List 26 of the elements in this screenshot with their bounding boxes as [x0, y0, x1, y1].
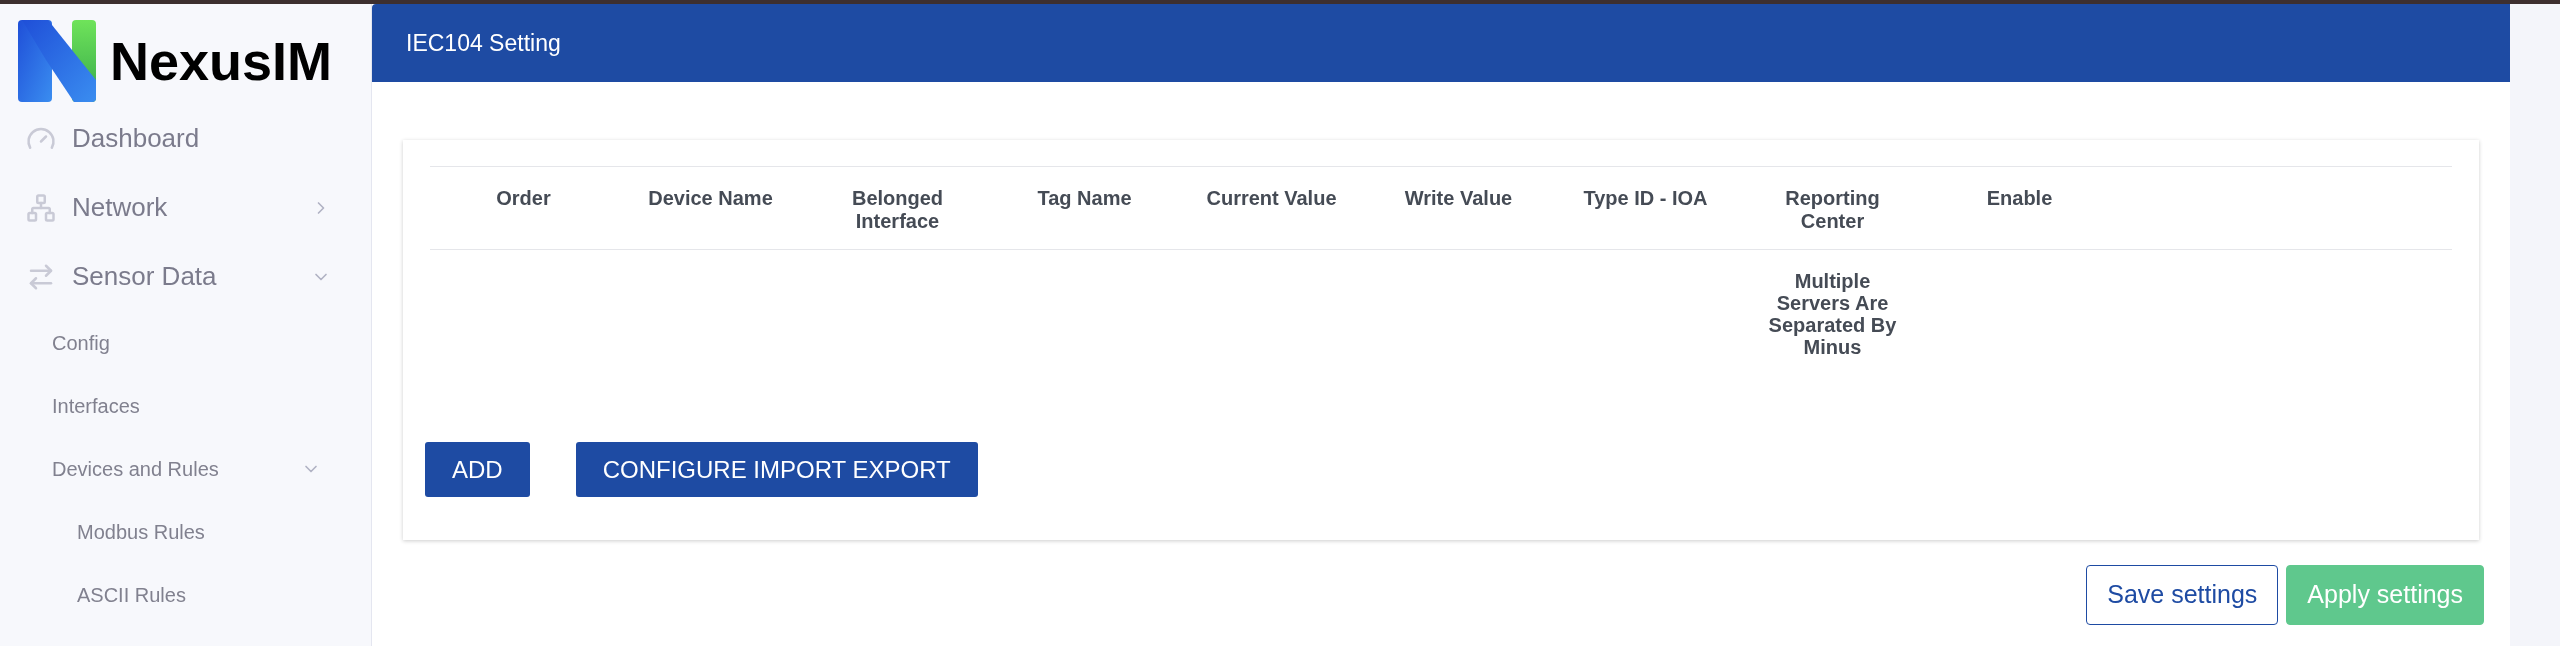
sidebar-item[interactable]: Dashboard	[72, 119, 200, 158]
sidebar-item[interactable]: Sensor Data	[72, 257, 217, 296]
column-header: Device Name	[648, 187, 773, 210]
sidebar-item[interactable]: Devices and Rules	[52, 453, 219, 484]
sidebar-item[interactable]: Config	[52, 327, 110, 358]
sidebar-item[interactable]: Network	[72, 188, 168, 227]
network-icon	[26, 192, 56, 223]
column-header: Belonged Interface	[850, 187, 945, 233]
column-header: Reporting Center	[1784, 187, 1881, 233]
column-header: Current Value	[1206, 187, 1337, 210]
column-header: Type ID - IOA	[1583, 187, 1708, 210]
column-header: Order	[496, 187, 551, 210]
configure-button[interactable]: CONFIGURE IMPORT EXPORT	[575, 442, 978, 497]
page-title: IEC104 Setting	[406, 28, 561, 58]
table-cell-text: Multiple Servers Are Separated By Minus	[1767, 270, 1898, 358]
sidebar-item[interactable]: ASCII Rules	[77, 579, 186, 610]
sidebar-item[interactable]: Modbus Rules	[77, 516, 205, 547]
add-button[interactable]: ADD	[425, 442, 530, 497]
column-header: Enable	[1986, 187, 2053, 210]
sidebar-item[interactable]: Interfaces	[52, 390, 140, 421]
column-header: Write Value	[1404, 187, 1513, 210]
column-header: Tag Name	[1037, 187, 1132, 210]
save-button[interactable]: Save settings	[2086, 565, 2279, 625]
apply-button[interactable]: Apply settings	[2286, 565, 2484, 625]
logo-icon	[18, 20, 96, 102]
logo-text: NexusIM	[110, 34, 333, 88]
